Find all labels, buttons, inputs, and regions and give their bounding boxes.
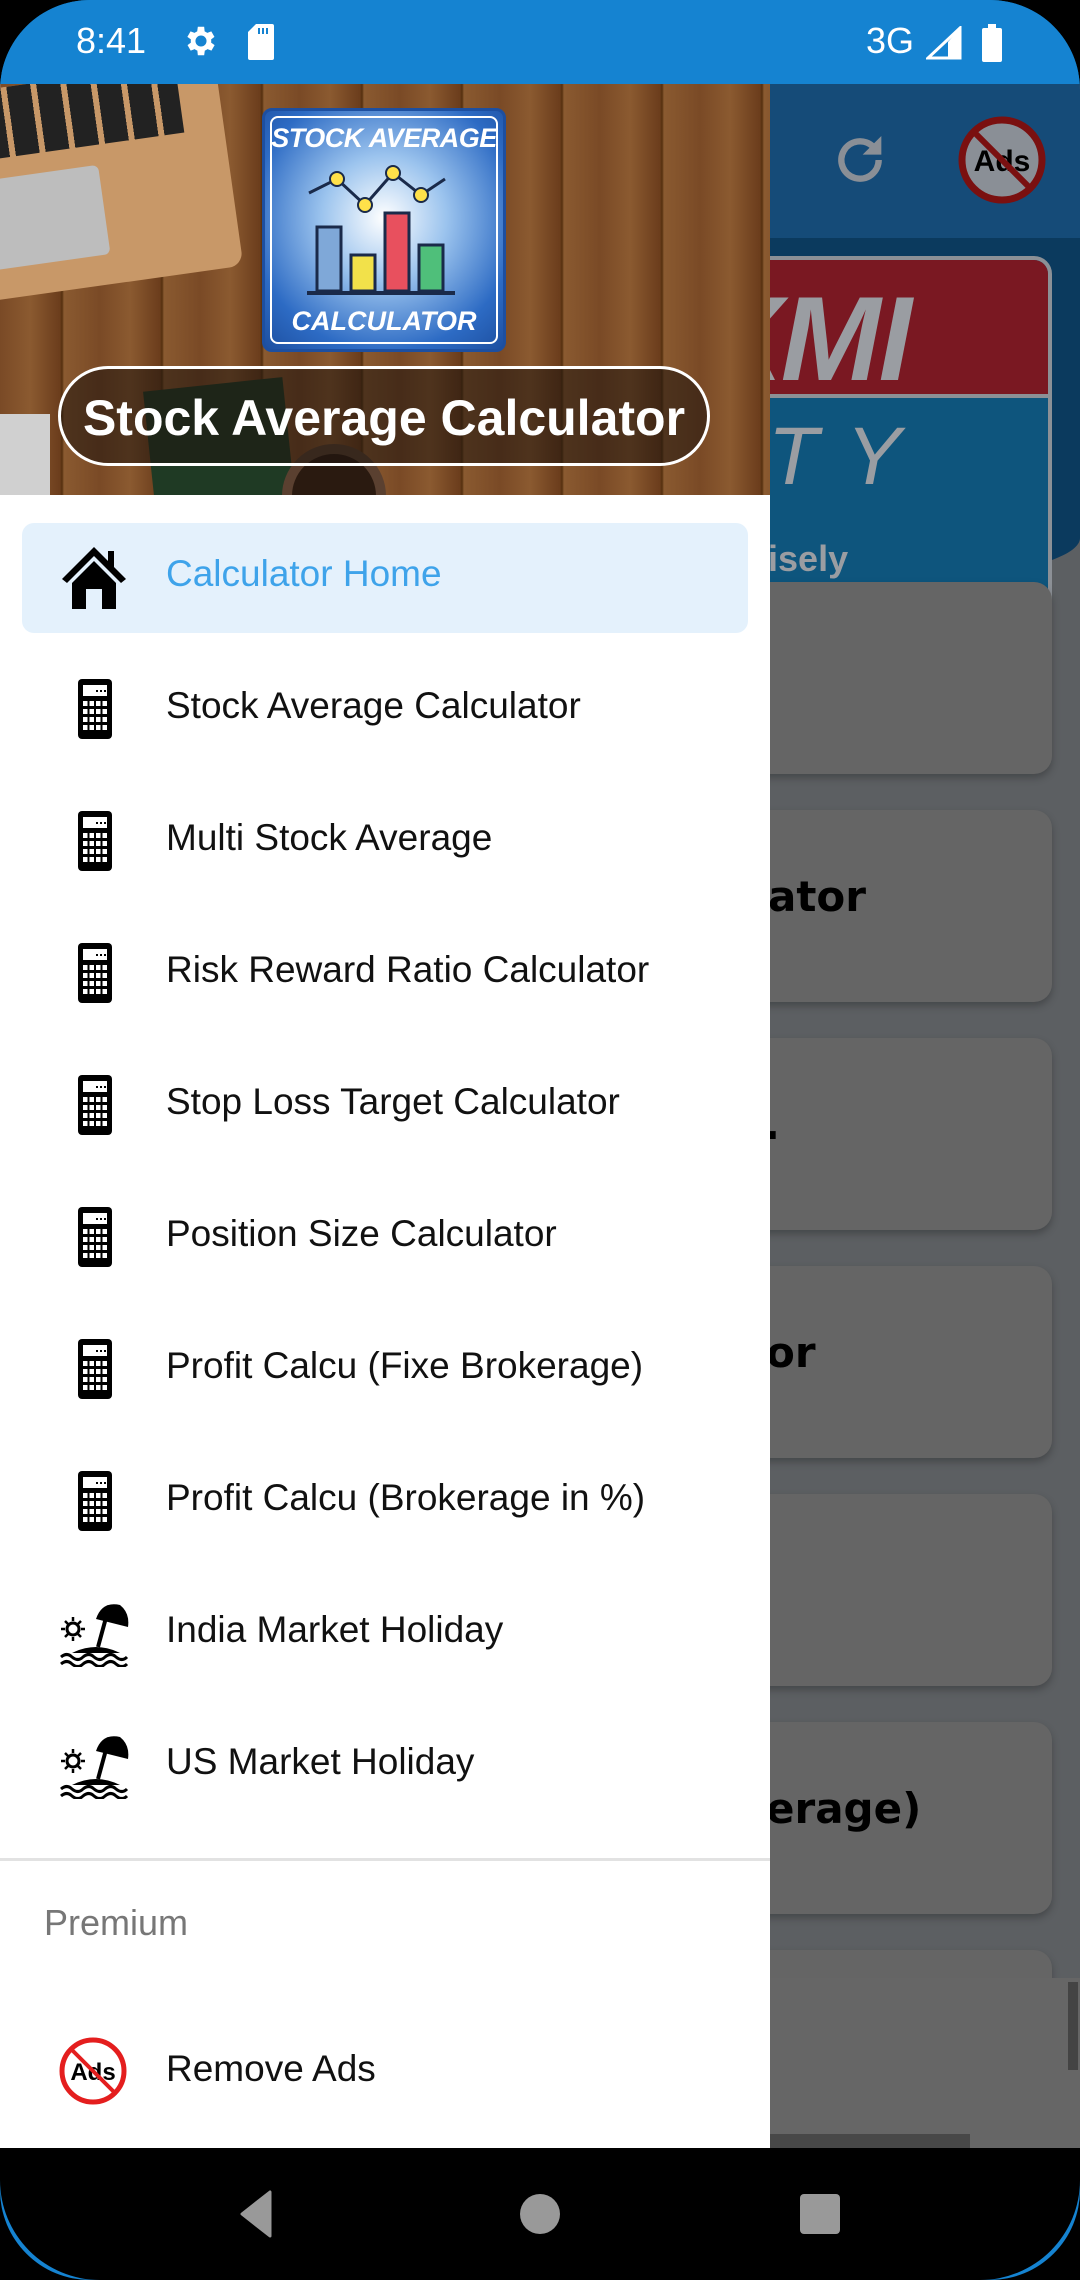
calculator-icon [58,1203,130,1271]
status-time: 8:41 [76,20,147,61]
bottom-ad-area [770,1978,1080,2150]
signal-icon [926,26,962,60]
status-bar: 8:41 3G [0,0,1080,84]
recents-button[interactable] [790,2184,850,2244]
network-type: 3G [866,20,915,61]
nav-item-label: Profit Calcu (Fixe Brokerage) [166,1345,644,1386]
nav-item-india-market-holiday[interactable]: India Market Holiday [0,1563,770,1695]
calculator-icon [58,807,130,875]
nav-item-label: Multi Stock Average [166,817,493,858]
system-navigation-bar [0,2148,1080,2280]
nav-item-label: US Market Holiday [166,1741,475,1782]
header-title-box: Stock Average Calculator [58,366,710,466]
nav-item-remove-ads[interactable]: Ads Remove Ads [0,2014,770,2134]
navigation-drawer: STOCK AVERAGE CALCULATOR Stock Average C… [0,84,770,2150]
gear-icon [187,26,215,56]
nav-item-label: Profit Calcu (Brokerage in %) [166,1477,646,1518]
home-button[interactable] [510,2184,570,2244]
nav-item-label: Calculator Home [166,553,442,594]
calculator-icon [58,1335,130,1403]
nav-item-label: Position Size Calculator [166,1213,557,1254]
no-ads-icon: Ads [59,2037,127,2105]
refresh-icon[interactable] [828,128,892,192]
calculator-icon [58,939,130,1007]
beach-icon [58,1599,130,1667]
logo-text-bottom: CALCULATOR [291,306,477,336]
nav-item-us-market-holiday[interactable]: US Market Holiday [0,1695,770,1827]
drawer-divider [0,1858,770,1861]
nav-item-calculator-home[interactable]: Calculator Home [0,507,770,639]
beach-icon [58,1731,130,1799]
nav-item-multi-stock-average[interactable]: Multi Stock Average [0,771,770,903]
header-laptop-image [0,84,244,301]
calculator-icon [58,675,130,743]
nav-item-profit-fixed-brokerage[interactable]: Profit Calcu (Fixe Brokerage) [0,1299,770,1431]
chart-icon [307,165,455,295]
nav-item-label: Stock Average Calculator [166,685,581,726]
drawer-header: STOCK AVERAGE CALCULATOR Stock Average C… [0,84,770,495]
remove-ads-label: Remove Ads [166,2048,376,2089]
premium-section-title: Premium [44,1902,189,1943]
screen: 8:41 3G Ads [0,0,1080,2280]
nav-item-label: Risk Reward Ratio Calculator [166,949,650,990]
nav-list: Calculator Home Stock Average Calculator… [0,495,770,1827]
nav-item-profit-brokerage-percent[interactable]: Profit Calcu (Brokerage in %) [0,1431,770,1563]
nav-item-risk-reward-ratio-calculator[interactable]: Risk Reward Ratio Calculator [0,903,770,1035]
nav-item-stop-loss-target-calculator[interactable]: Stop Loss Target Calculator [0,1035,770,1167]
calculator-icon [58,1467,130,1535]
sd-card-icon [248,24,274,60]
nav-item-position-size-calculator[interactable]: Position Size Calculator [0,1167,770,1299]
nav-item-stock-average-calculator[interactable]: Stock Average Calculator [0,639,770,771]
calculator-icon [58,1071,130,1139]
nav-item-label: Stop Loss Target Calculator [166,1081,620,1122]
remove-ads-button[interactable]: Ads [958,116,1046,204]
drawer-title: Stock Average Calculator [82,390,686,446]
logo-text-top: STOCK AVERAGE [271,123,497,153]
scrollbar[interactable] [1068,1982,1078,2070]
app-logo: STOCK AVERAGE CALCULATOR [262,108,506,352]
back-button[interactable] [228,2184,288,2244]
nav-item-label: India Market Holiday [166,1609,504,1650]
battery-icon [982,24,1002,62]
no-ads-icon: Ads [958,116,1046,204]
home-icon [62,547,126,609]
